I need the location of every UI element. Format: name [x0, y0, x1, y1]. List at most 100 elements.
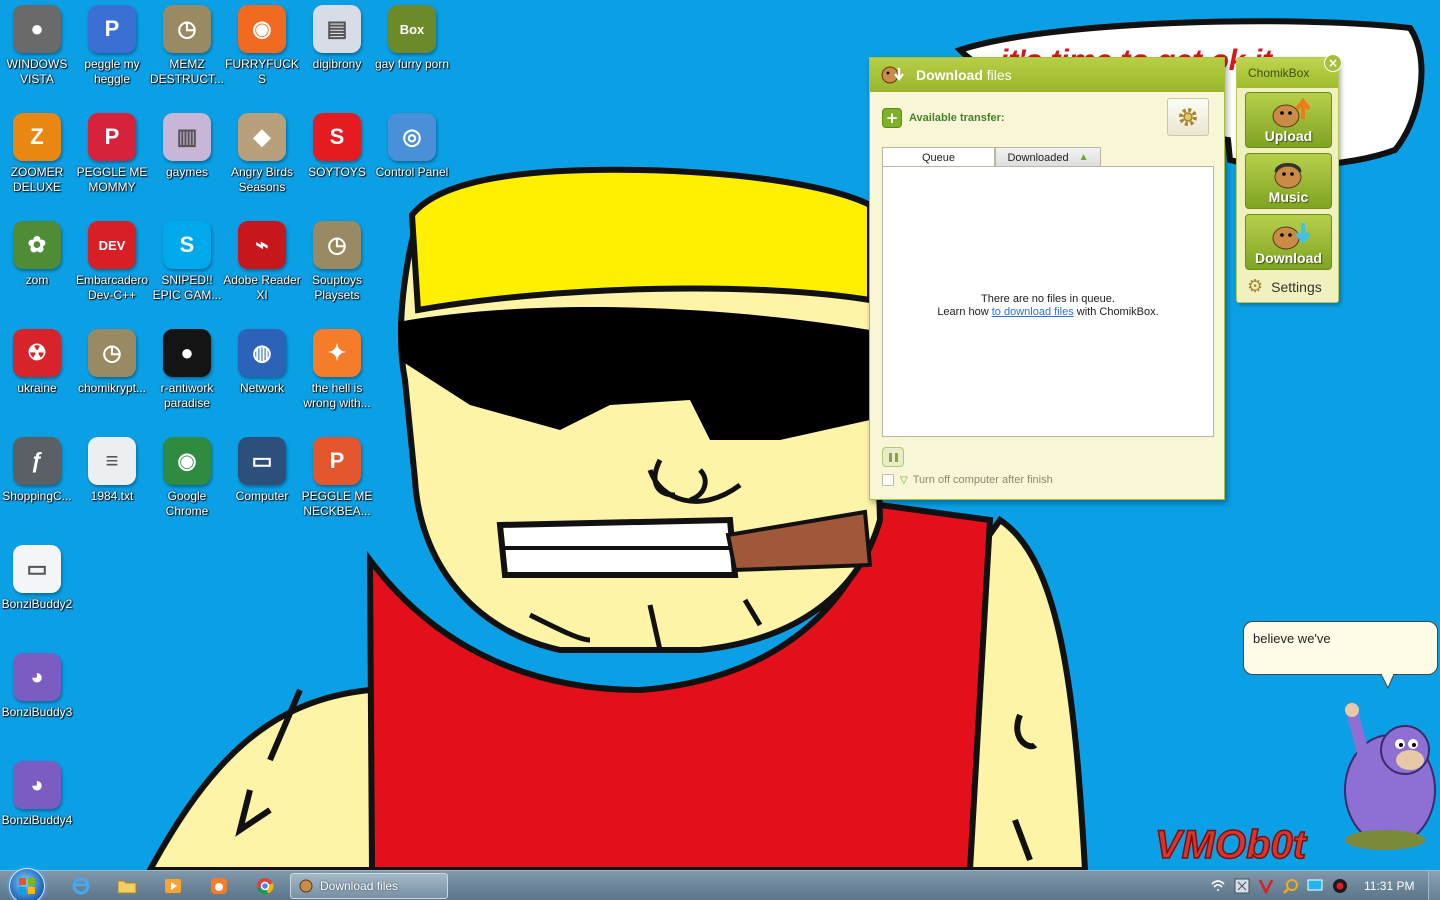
available-transfer-row[interactable]: + Available transfer: [882, 108, 1005, 128]
download-files-window[interactable]: Download files + Available transfer: Que… [869, 57, 1225, 500]
document-app-icon: ▤ [313, 5, 361, 53]
speech-bubble-tail [1380, 674, 1395, 690]
expand-arrow-icon[interactable]: ▽ [900, 475, 908, 486]
help-prefix: Learn how [937, 305, 992, 318]
desktop-icon[interactable]: ▭ BonziBuddy2 [0, 545, 74, 612]
desktop-icon[interactable]: P PEGGLE ME MOMMY [75, 113, 149, 195]
sort-up-icon: ▲ [1078, 152, 1089, 163]
desktop-icon-label: digibrony [312, 57, 362, 71]
chomikbox-header[interactable]: ChomikBox [1237, 58, 1338, 88]
settings-label: Settings [1271, 278, 1322, 295]
tab-downloaded[interactable]: Downloaded ▲ [995, 147, 1101, 167]
desktop-icon[interactable]: ◕ BonziBuddy3 [0, 653, 74, 720]
settings-gear-button[interactable] [1167, 98, 1209, 136]
window-title-rest: files [982, 67, 1012, 83]
folder-icon: ▥ [163, 113, 211, 161]
taskbar-clock[interactable]: 11:31 PM [1364, 879, 1414, 893]
download-button[interactable]: Download [1245, 214, 1332, 270]
wifi-tray-icon[interactable] [1210, 878, 1226, 894]
turn-off-option[interactable]: ▽ Turn off computer after finish [882, 474, 1053, 486]
upload-button[interactable]: Upload [1245, 92, 1332, 148]
desktop-icon-label: SOYTOYS [308, 165, 366, 179]
internet-explorer-icon[interactable] [70, 875, 92, 897]
music-button[interactable]: Music [1245, 153, 1332, 209]
close-icon[interactable]: × [1324, 54, 1342, 72]
desktop-icon-label: gay furry porn [374, 57, 450, 71]
desktop-icon[interactable]: ● WINDOWS VISTA [0, 5, 74, 87]
media-player-icon[interactable] [162, 875, 184, 897]
upload-label: Upload [1264, 128, 1313, 144]
bonzi-speech-bubble: believe we've [1243, 621, 1438, 675]
search-tray-icon[interactable] [1283, 878, 1299, 894]
chrome-icon[interactable] [254, 875, 276, 897]
desktop-icon[interactable]: ◆ Angry Birds Seasons [225, 113, 299, 195]
desktop-icon[interactable]: ◷ chomikrypt... [75, 329, 149, 396]
desktop-icon[interactable]: ☢ ukraine [0, 329, 74, 396]
desktop-icon[interactable]: Ppeggle my heggle [75, 5, 149, 87]
chomikbox-settings-link[interactable]: ⚙ Settings [1247, 276, 1322, 297]
desktop-icon[interactable]: ⌁ Adobe Reader XI [223, 221, 301, 303]
desktop-icon-label: MEMZ DESTRUCT... [149, 57, 224, 86]
desktop-icon[interactable]: ● r-antiwork paradise [150, 329, 224, 411]
desktop-icon[interactable]: ◍ Network [225, 329, 299, 396]
available-transfer-label[interactable]: Available transfer: [909, 112, 1005, 124]
desktop-icon-label: ShoppingC... [2, 489, 72, 503]
chomikbox-hamster-icon [299, 879, 313, 893]
window-title-bold: Download [916, 67, 983, 83]
turn-off-checkbox[interactable] [882, 474, 894, 486]
desktop-icon[interactable]: ▥ gaymes [150, 113, 224, 180]
empty-queue-help: Learn how to download files with ChomikB… [937, 306, 1158, 319]
desktop-icon[interactable]: ✦ the hell is wrong with... [300, 329, 374, 411]
desktop-icon-label: ZOOMER DELUXE [10, 165, 64, 194]
clock-app-icon: ◷ [313, 221, 361, 269]
desktop-icon[interactable]: P PEGGLE ME NECKBEA... [300, 437, 374, 519]
desktop-icon[interactable]: ✿ zom [0, 221, 74, 288]
dev-cpp-icon: DEV [88, 221, 136, 269]
desktop-icon-label: WINDOWS VISTA [6, 57, 68, 86]
record-tray-icon[interactable] [1332, 878, 1348, 894]
peggle-icon: P [88, 113, 136, 161]
desktop-icon[interactable]: ◷ MEMZ DESTRUCT... [150, 5, 224, 87]
tab-queue[interactable]: Queue [882, 147, 995, 167]
plus-icon[interactable]: + [882, 108, 902, 128]
desktop-icon[interactable]: Box gay furry porn [375, 5, 449, 72]
how-to-download-link[interactable]: to download files [992, 306, 1074, 318]
desktop-icon[interactable]: ◷ Souptoys Playsets [300, 221, 374, 303]
desktop-icon[interactable]: ◕ BonziBuddy4 [0, 761, 74, 828]
ime-tray-icon[interactable] [1234, 878, 1250, 894]
taskbar-download-files-button[interactable]: Download files [290, 873, 448, 899]
download-label: Download [1255, 250, 1322, 266]
desktop-icon-label: Control Panel [375, 165, 449, 179]
desktop-icon[interactable]: DEV Embarcadero Dev-C++ [75, 221, 149, 303]
display-tray-icon[interactable] [1307, 878, 1323, 894]
uc-browser-icon[interactable] [208, 875, 230, 897]
window-titlebar[interactable]: Download files [870, 58, 1224, 92]
desktop-icon[interactable]: ▭ Computer [225, 437, 299, 504]
desktop-icon[interactable]: ◎ Control Panel [375, 113, 449, 180]
antivirus-tray-icon[interactable] [1258, 878, 1274, 894]
desktop-icon[interactable]: Z ZOOMER DELUXE [0, 113, 74, 195]
transfer-tabs: Queue Downloaded ▲ [882, 147, 1101, 167]
explorer-folder-icon[interactable] [116, 875, 138, 897]
bonzibuddy-icon: ◕ [13, 761, 61, 809]
taskbar-window-label: Download files [320, 879, 399, 893]
soytoys-icon: S [313, 113, 361, 161]
desktop-icon[interactable]: ◉ FURRYFUCKS [225, 5, 299, 87]
show-desktop-button[interactable] [1428, 871, 1440, 900]
peggle-icon: P [313, 437, 361, 485]
desktop-icon[interactable]: ≡ 1984.txt [75, 437, 149, 504]
desktop-icon[interactable]: ƒ ShoppingC... [0, 437, 74, 504]
desktop-icon[interactable]: S SNIPED!! EPIC GAM... [150, 221, 224, 303]
desktop-icon[interactable]: S SOYTOYS [300, 113, 374, 180]
desktop-icon-label: r-antiwork paradise [160, 381, 214, 410]
antiwork-icon: ● [163, 329, 211, 377]
queue-list[interactable]: There are no files in queue. Learn how t… [882, 166, 1214, 437]
desktop-icon[interactable]: ▤ digibrony [300, 5, 374, 72]
pause-button[interactable] [882, 447, 904, 467]
chomikbox-panel[interactable]: ChomikBox × Upload Music Download ⚙ Sett… [1236, 54, 1342, 303]
desktop-icon[interactable]: ◉ Google Chrome [150, 437, 224, 519]
desktop-icon-label: 1984.txt [90, 489, 134, 503]
wallpaper-signature: VMOb0t [1155, 823, 1308, 867]
desktop-icon-label: FURRYFUCKS [225, 57, 299, 86]
start-button[interactable] [9, 868, 45, 900]
